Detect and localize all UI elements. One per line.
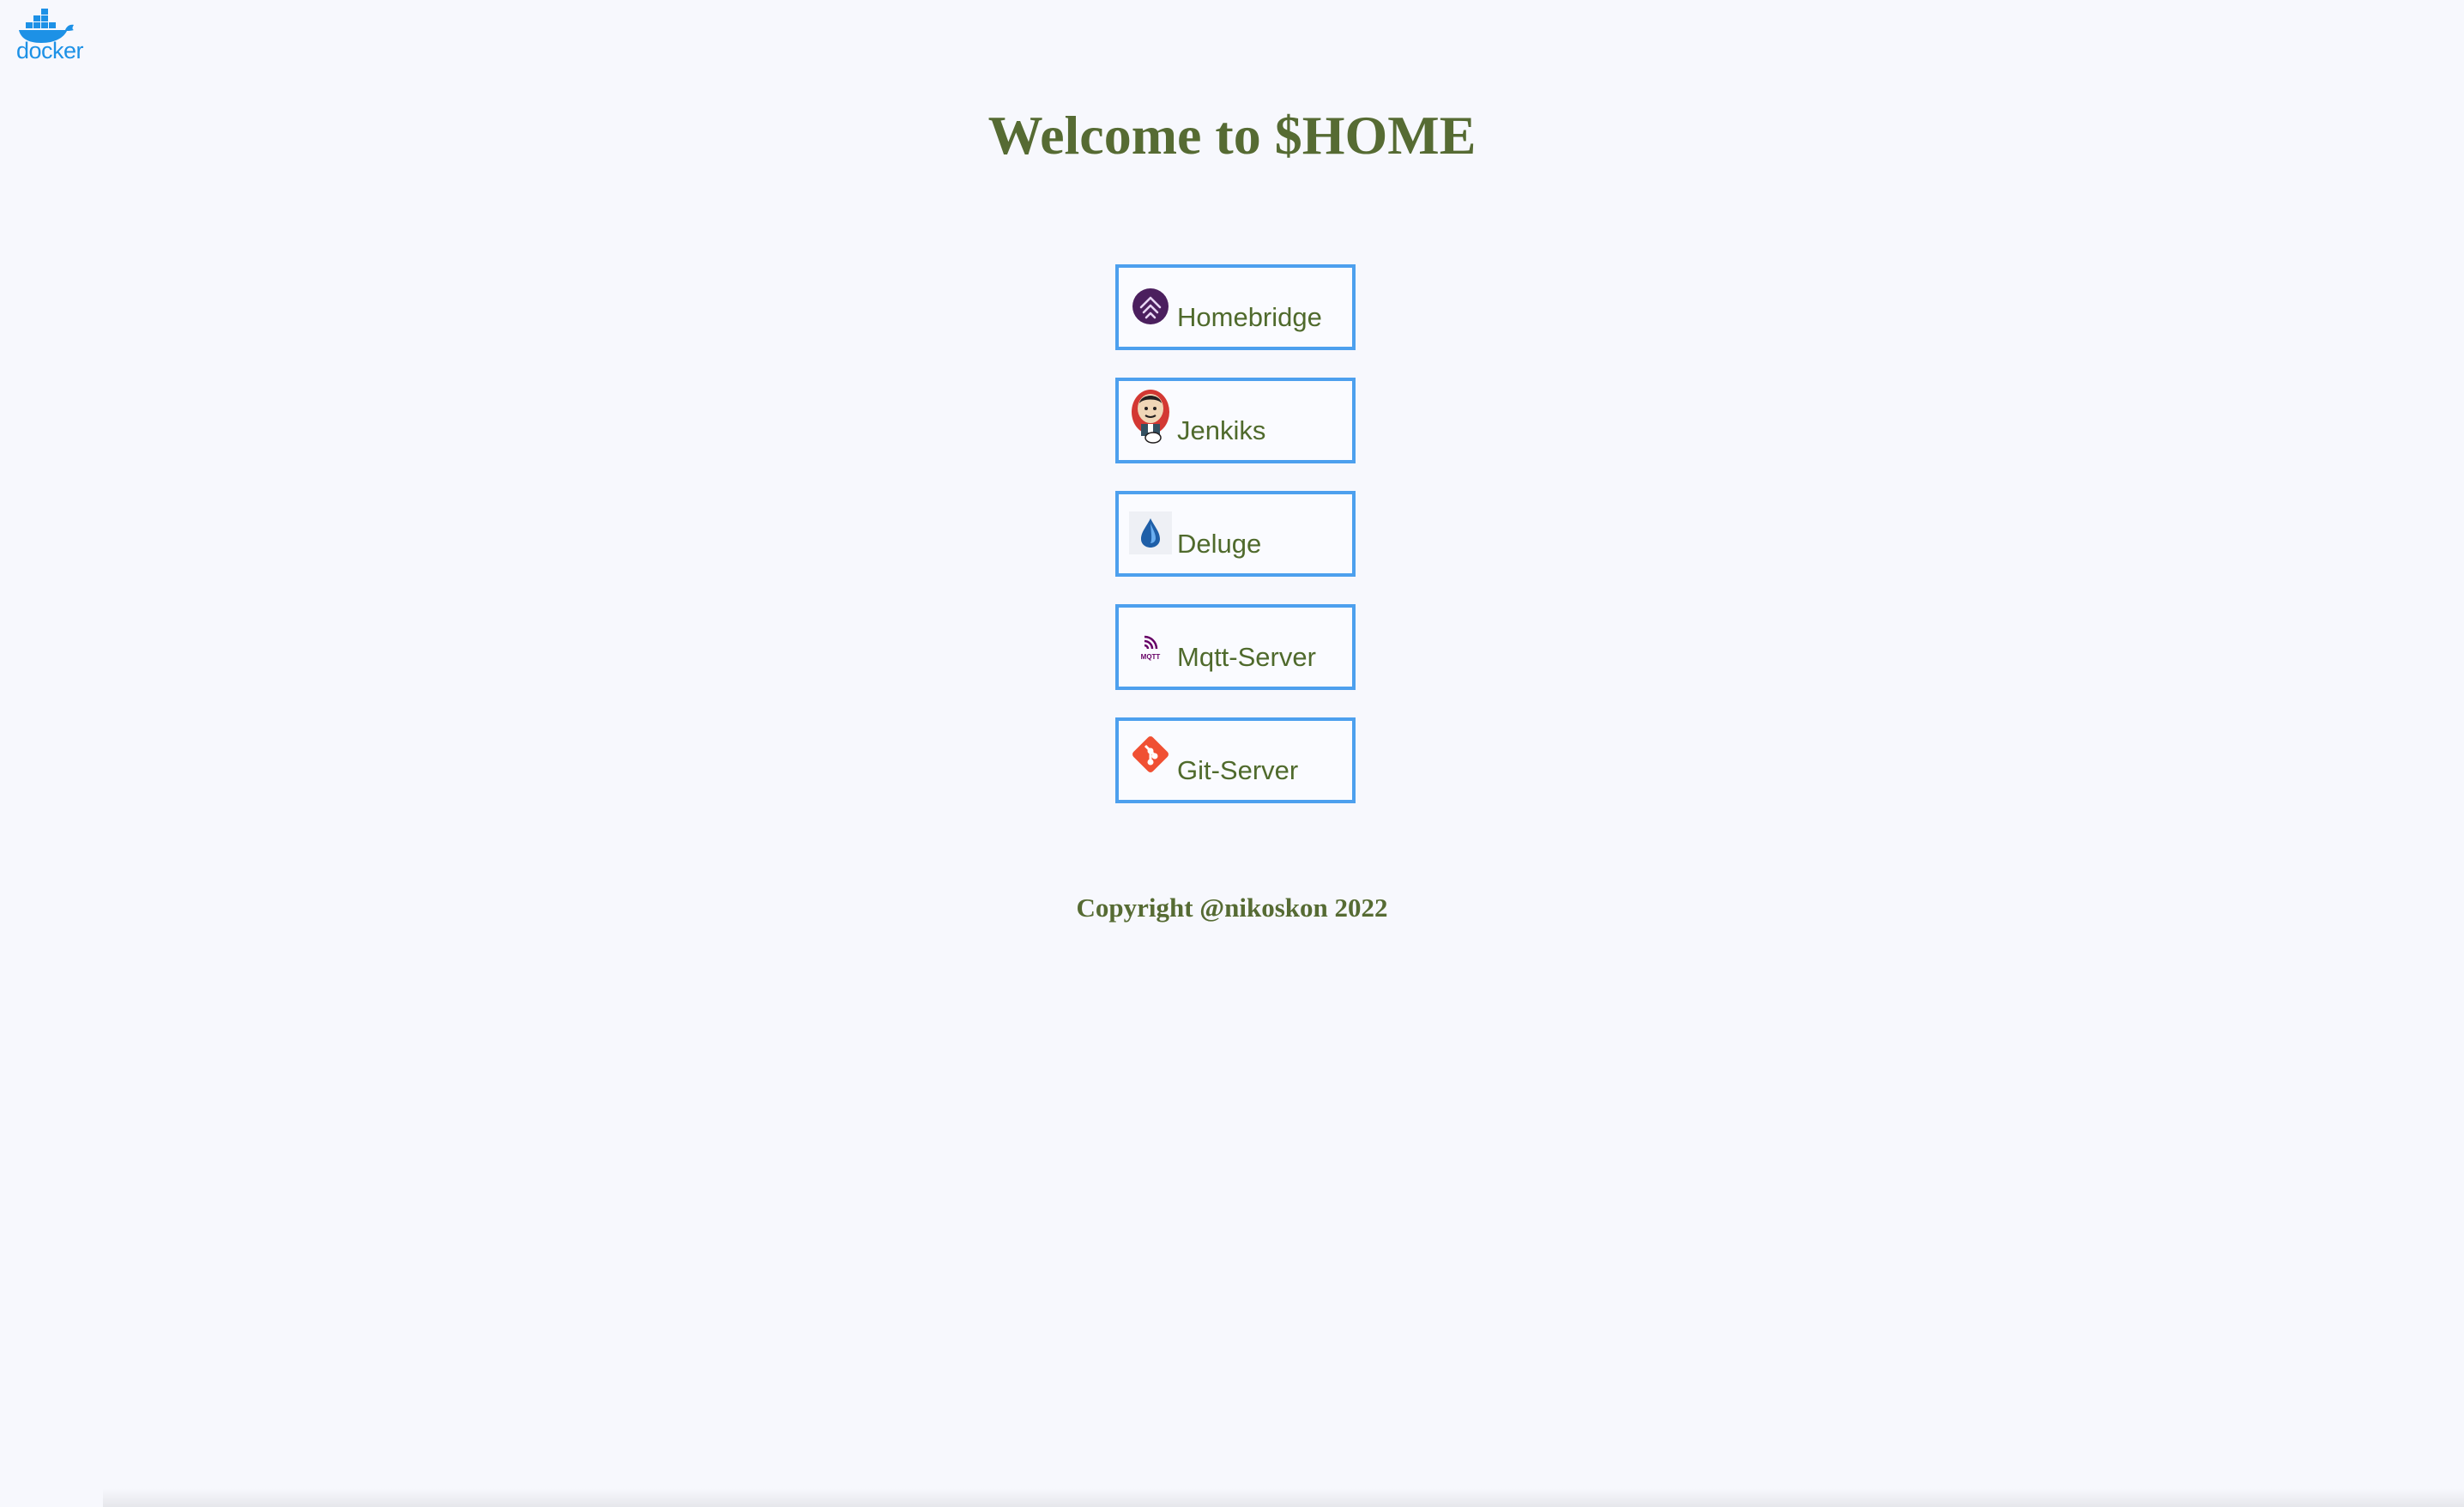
svg-text:MQTT: MQTT [1141, 653, 1161, 661]
app-button-git-server[interactable]: Git-Server [1115, 717, 1356, 803]
homebridge-icon [1129, 285, 1172, 328]
mqtt-icon: MQTT [1129, 625, 1172, 668]
app-button-jenkins[interactable]: Jenkiks [1115, 378, 1356, 463]
app-list: Homebridge Jenkiks Deluge MQTT Mqtt-Serv… [1115, 264, 1356, 831]
app-button-homebridge[interactable]: Homebridge [1115, 264, 1356, 350]
app-label: Homebridge [1177, 302, 1322, 332]
docker-logo-text: docker [15, 38, 84, 64]
git-icon [1129, 733, 1172, 776]
app-button-deluge[interactable]: Deluge [1115, 491, 1356, 577]
app-label: Deluge [1177, 529, 1262, 559]
app-label: Git-Server [1177, 755, 1299, 785]
jenkins-icon [1129, 388, 1172, 444]
app-label: Mqtt-Server [1177, 642, 1316, 672]
deluge-icon [1129, 511, 1172, 554]
page-title: Welcome to $HOME [987, 105, 1477, 166]
docker-logo[interactable]: docker [12, 9, 84, 67]
page-bottom-shadow [103, 1488, 2464, 1507]
app-label: Jenkiks [1177, 415, 1266, 445]
footer-copyright: Copyright @nikoskon 2022 [1076, 893, 1388, 923]
app-button-mqtt-server[interactable]: MQTT Mqtt-Server [1115, 604, 1356, 690]
